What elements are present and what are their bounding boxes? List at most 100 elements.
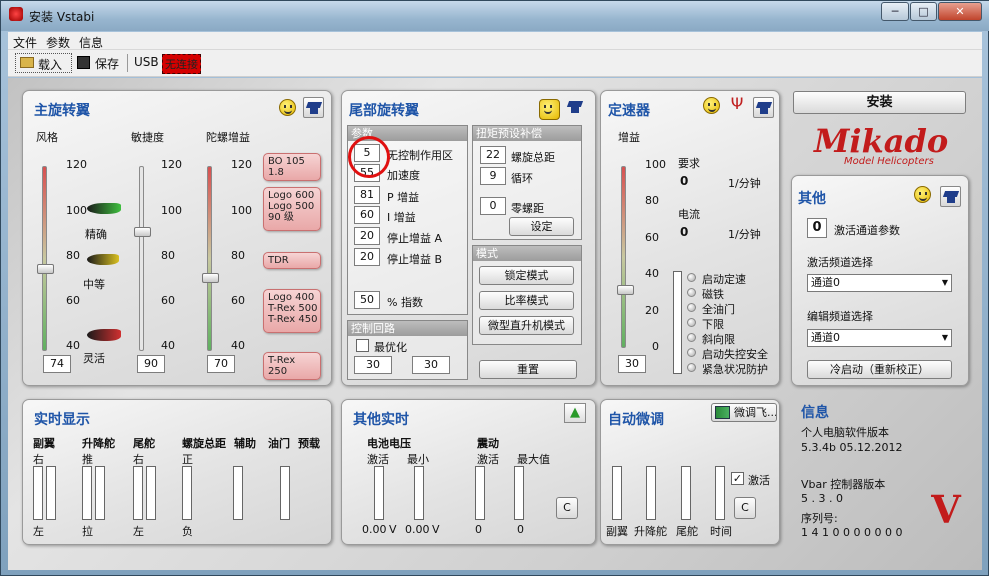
- tick-label: 60: [231, 294, 245, 307]
- auto-trim-panel: 自动微调 微调飞... ✓ 激活 C 副翼 升降舵 尾舵 时间: [600, 399, 780, 545]
- load-button[interactable]: 载入: [15, 53, 72, 73]
- tick-label: 20: [645, 304, 659, 317]
- status-indicator: [687, 303, 696, 312]
- menu-bar: 文件 参数 信息: [8, 32, 982, 50]
- antenna-icon[interactable]: Ψ: [727, 95, 747, 115]
- tick-label: 60: [66, 294, 80, 307]
- channel-param-value[interactable]: 0: [807, 218, 827, 238]
- param-value[interactable]: 20: [354, 248, 380, 266]
- param-label: 加速度: [387, 169, 420, 182]
- torque-value[interactable]: 0: [480, 197, 506, 215]
- smiley-icon[interactable]: [539, 99, 560, 120]
- active-channel-select[interactable]: 通道0: [807, 274, 952, 292]
- trim-clear-button[interactable]: C: [734, 497, 756, 519]
- expert-hat-icon[interactable]: [753, 97, 774, 118]
- menu-info[interactable]: 信息: [79, 34, 103, 51]
- smiley-icon[interactable]: [703, 97, 720, 114]
- expert-hat-icon[interactable]: [940, 186, 961, 207]
- preset-callout[interactable]: TDR: [263, 252, 321, 269]
- tick-label: 40: [161, 339, 175, 352]
- trim-activate-checkbox[interactable]: ✓: [731, 472, 744, 485]
- smiley-icon[interactable]: [914, 186, 931, 203]
- style-slider-track[interactable]: [42, 166, 47, 351]
- app-window: 安装 Vstabi ─ □ ✕ 文件 参数 信息 载入 保存 USB 无连接 主…: [0, 0, 989, 576]
- menu-params[interactable]: 参数: [46, 34, 70, 51]
- rate-mode-button[interactable]: 比率模式: [479, 291, 574, 310]
- battery-min-value: 0.00: [405, 523, 430, 536]
- smiley-icon[interactable]: [279, 99, 296, 116]
- rt-bar: [133, 466, 143, 520]
- param-value[interactable]: 20: [354, 227, 380, 245]
- status-indicator: [687, 363, 696, 372]
- governor-level-bar: [673, 271, 682, 374]
- minimize-button[interactable]: ─: [881, 2, 909, 21]
- load-label: 载入: [38, 58, 63, 72]
- preset-callout[interactable]: Logo 400 T-Rex 500 T-Rex 450: [263, 289, 321, 333]
- main-rotor-panel: 主旋转翼 风格 敏捷度 陀螺增益 120 100 80 60 40 120 10…: [22, 90, 332, 386]
- torque-value[interactable]: 9: [480, 167, 506, 185]
- vibration-activate-label: 激活: [477, 453, 499, 466]
- tick-label: 60: [645, 231, 659, 244]
- serial-label: 序列号:: [801, 512, 838, 525]
- install-button[interactable]: 安装: [793, 91, 966, 114]
- vbar-logo-icon: V: [931, 487, 961, 532]
- helicopter-icon: [87, 329, 121, 341]
- tick-label: 80: [231, 249, 245, 262]
- chart-icon[interactable]: ▲: [564, 403, 586, 423]
- style-label-agile: 灵活: [83, 352, 105, 365]
- close-button[interactable]: ✕: [938, 2, 982, 21]
- governor-gain-value[interactable]: 30: [618, 355, 646, 373]
- gyro-slider-thumb[interactable]: [202, 273, 219, 283]
- preset-callout[interactable]: T-Rex 250: [263, 352, 321, 380]
- style-slider-thumb[interactable]: [37, 264, 54, 274]
- lock-mode-button[interactable]: 锁定模式: [479, 266, 574, 285]
- clear-button[interactable]: C: [556, 497, 578, 519]
- status-label: 全油门: [702, 303, 735, 316]
- expert-hat-icon[interactable]: [303, 97, 324, 118]
- tick-label: 80: [161, 249, 175, 262]
- cold-start-button[interactable]: 冷启动（重新校正）: [807, 360, 952, 379]
- gyro-slider-track[interactable]: [207, 166, 212, 351]
- edit-channel-select[interactable]: 通道0: [807, 329, 952, 347]
- info-title: 信息: [801, 405, 829, 421]
- reset-button[interactable]: 重置: [479, 360, 577, 379]
- control-value[interactable]: 30: [354, 356, 392, 374]
- trim-bar: [646, 466, 656, 520]
- micro-heli-mode-button[interactable]: 微型直升机模式: [479, 316, 574, 335]
- style-value[interactable]: 74: [43, 355, 71, 373]
- torque-value[interactable]: 22: [480, 146, 506, 164]
- param-value[interactable]: 60: [354, 206, 380, 224]
- rt-bottom-label: 负: [182, 525, 193, 538]
- index-value[interactable]: 50: [354, 291, 380, 309]
- book-icon: [715, 406, 730, 419]
- governor-title: 定速器: [608, 103, 650, 119]
- agility-value[interactable]: 90: [137, 355, 165, 373]
- battery-bar: [374, 466, 384, 520]
- preset-callout[interactable]: Logo 600 Logo 500 90 级: [263, 187, 321, 231]
- save-button[interactable]: 保存: [75, 53, 125, 73]
- maximize-button[interactable]: □: [910, 2, 937, 21]
- agility-slider-track[interactable]: [139, 166, 144, 351]
- style-column-label: 风格: [36, 131, 58, 144]
- menu-file[interactable]: 文件: [13, 34, 37, 51]
- expert-hat-icon[interactable]: [565, 97, 586, 118]
- gyro-gain-value[interactable]: 70: [207, 355, 235, 373]
- param-value[interactable]: 81: [354, 186, 380, 204]
- control-value[interactable]: 30: [412, 356, 450, 374]
- trim-col-label: 尾舵: [676, 525, 698, 538]
- trim-flight-button[interactable]: 微调飞...: [711, 403, 777, 422]
- trim-bar: [681, 466, 691, 520]
- status-label: 启动定速: [702, 273, 746, 286]
- gain-label: 增益: [618, 131, 640, 144]
- agility-slider-thumb[interactable]: [134, 227, 151, 237]
- preset-callout[interactable]: BO 105 1.8: [263, 153, 321, 181]
- connection-status: 无连接: [162, 54, 201, 74]
- tick-label: 100: [645, 158, 666, 171]
- client-area: 主旋转翼 风格 敏捷度 陀螺增益 120 100 80 60 40 120 10…: [8, 78, 982, 570]
- style-label-precise: 精确: [85, 228, 107, 241]
- battery-activate-label: 激活: [367, 453, 389, 466]
- optimize-checkbox[interactable]: [356, 339, 369, 352]
- set-button[interactable]: 设定: [509, 217, 574, 236]
- governor-slider-track[interactable]: [621, 166, 626, 348]
- governor-slider-thumb[interactable]: [617, 285, 634, 295]
